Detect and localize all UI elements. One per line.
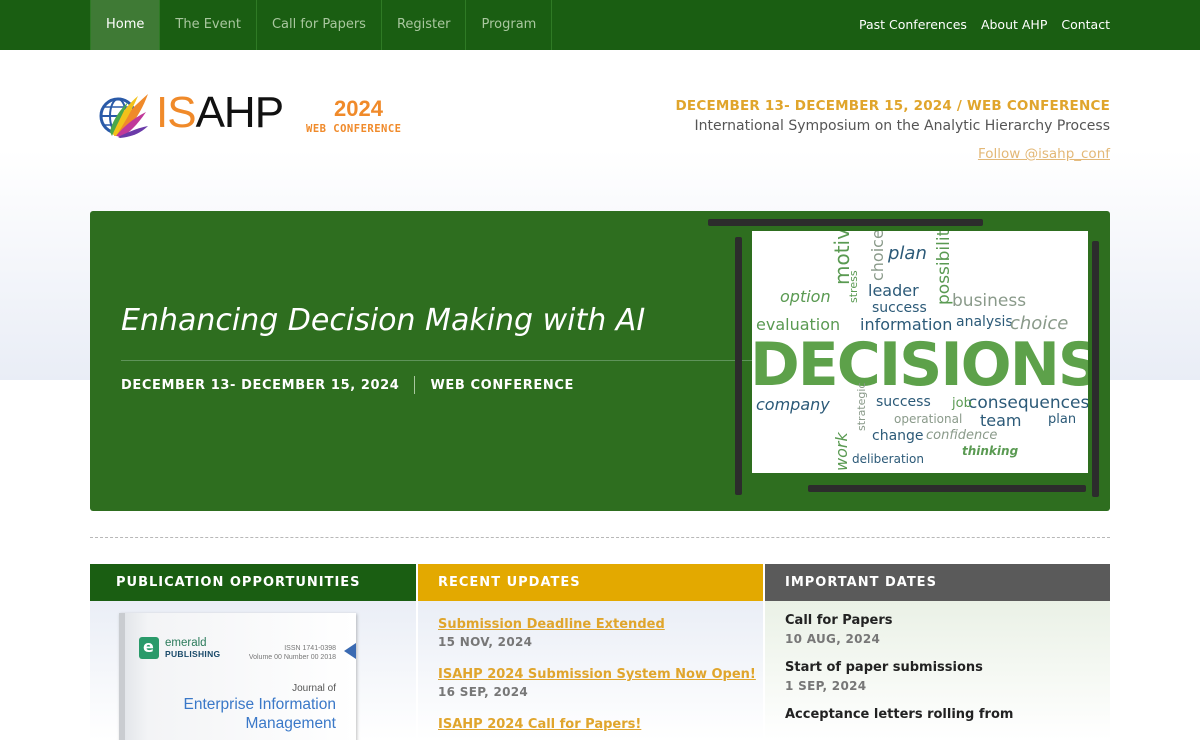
- header-info: DECEMBER 13- DECEMBER 15, 2024 / WEB CON…: [676, 98, 1110, 162]
- important-dates-panel: IMPORTANT DATES Call for Papers 10 AUG, …: [765, 564, 1110, 740]
- word-consequences: consequences: [968, 393, 1088, 413]
- publication-opportunities-panel: PUBLICATION OPPORTUNITIES emerald PUBLIS…: [90, 564, 416, 740]
- word-choice-vertical: choice: [868, 231, 887, 281]
- word-leader: leader: [868, 281, 919, 300]
- word-thinking: thinking: [962, 444, 1019, 458]
- nav-home[interactable]: Home: [90, 0, 161, 50]
- hero-title: Enhancing Decision Making with AI: [121, 303, 646, 338]
- pencil-right: [1092, 241, 1099, 497]
- cover-publisher-sub: PUBLISHING: [165, 649, 221, 659]
- cover-volume: Volume 00 Number 00 2018: [248, 654, 336, 661]
- update-link[interactable]: Submission Deadline Extended: [438, 617, 665, 632]
- word-change: change: [872, 428, 924, 444]
- word-possibility: possibility: [934, 231, 954, 305]
- word-success: success: [872, 300, 927, 316]
- date-value: 1 SEP, 2024: [785, 679, 867, 693]
- updates-list: Submission Deadline Extended 15 NOV, 202…: [418, 601, 763, 740]
- word-plan-2: plan: [1048, 412, 1077, 427]
- list-item: Acceptance letters rolling from: [785, 707, 1090, 722]
- updates-heading: RECENT UPDATES: [418, 564, 763, 601]
- journal-cover-image[interactable]: emerald PUBLISHING ISSN 1741-0398 Volume…: [119, 613, 356, 740]
- publication-heading: PUBLICATION OPPORTUNITIES: [90, 564, 416, 601]
- nav-call-for-papers[interactable]: Call for Papers: [257, 0, 382, 50]
- globe-icon: [99, 94, 148, 138]
- pencil-bottom: [808, 485, 1086, 492]
- list-item: Call for Papers 10 AUG, 2024: [785, 613, 1090, 646]
- cover-publisher: emerald: [165, 637, 207, 649]
- list-item: Start of paper submissions 1 SEP, 2024: [785, 660, 1090, 693]
- date-title: Start of paper submissions: [785, 660, 983, 675]
- list-item: Submission Deadline Extended 15 NOV, 202…: [438, 613, 743, 649]
- nav-the-event[interactable]: The Event: [160, 0, 257, 50]
- cover-title: Enterprise Information Management: [183, 696, 337, 732]
- word-decisions: DECISIONS: [752, 330, 1088, 400]
- cover-triangle-icon: [344, 643, 356, 659]
- pencil-top: [708, 219, 983, 226]
- list-item: ISAHP 2024 Submission System Now Open! 1…: [438, 663, 756, 699]
- main-nav: Home The Event Call for Papers Register …: [90, 0, 553, 50]
- logo-subtitle: WEB CONFERENCE: [306, 123, 402, 135]
- dates-list: Call for Papers 10 AUG, 2024 Start of pa…: [765, 601, 1110, 740]
- cover-journal-of: Journal of: [292, 683, 336, 694]
- date-title: Acceptance letters rolling from: [785, 707, 1014, 722]
- word-work: work: [832, 432, 851, 471]
- word-company: company: [756, 395, 830, 414]
- date-value: 10 AUG, 2024: [785, 632, 881, 646]
- header-event-name: International Symposium on the Analytic …: [694, 118, 1110, 134]
- nav-register[interactable]: Register: [382, 0, 467, 50]
- decisions-word-cloud-image: motivat plan possibility choice leader b…: [700, 219, 1105, 509]
- section-divider: [90, 537, 1110, 538]
- cover-issn-number: ISSN 1741-0398: [284, 645, 336, 652]
- top-navbar: Home The Event Call for Papers Register …: [0, 0, 1200, 50]
- publication-body: emerald PUBLISHING ISSN 1741-0398 Volume…: [90, 601, 416, 740]
- logo-year: 2024: [334, 96, 383, 121]
- follow-twitter-link[interactable]: Follow @isahp_conf: [978, 146, 1110, 162]
- word-option: option: [780, 287, 831, 306]
- pencil-left: [735, 237, 742, 495]
- logo-wordmark: ISAHP: [156, 88, 284, 137]
- hero-meta: DECEMBER 13- DECEMBER 15, 2024 WEB CONFE…: [121, 376, 574, 394]
- hero-meta-separator: [414, 376, 416, 394]
- word-operational: operational: [894, 412, 963, 426]
- word-cloud: motivat plan possibility choice leader b…: [752, 231, 1088, 473]
- nav-about-ahp[interactable]: About AHP: [981, 0, 1047, 50]
- word-strategic: strategic: [855, 382, 868, 431]
- nav-past-conferences[interactable]: Past Conferences: [859, 0, 967, 50]
- date-title: Call for Papers: [785, 613, 893, 628]
- word-confidence: confidence: [926, 428, 998, 443]
- nav-contact[interactable]: Contact: [1061, 0, 1110, 50]
- word-stress: stress: [847, 270, 860, 303]
- nav-program[interactable]: Program: [466, 0, 553, 50]
- update-date: 15 NOV, 2024: [438, 635, 533, 649]
- recent-updates-panel: RECENT UPDATES Submission Deadline Exten…: [418, 564, 763, 740]
- hero-divider: [121, 360, 761, 361]
- update-link[interactable]: ISAHP 2024 Call for Papers!: [438, 717, 641, 732]
- header-dates: DECEMBER 13- DECEMBER 15, 2024 / WEB CON…: [675, 98, 1110, 114]
- word-deliberation: deliberation: [852, 452, 924, 466]
- word-business: business: [952, 291, 1027, 311]
- hero-format: WEB CONFERENCE: [430, 377, 574, 393]
- dates-heading: IMPORTANT DATES: [765, 564, 1110, 601]
- word-plan: plan: [888, 243, 927, 264]
- update-date: 16 SEP, 2024: [438, 685, 529, 699]
- word-success-2: success: [876, 394, 931, 410]
- hero-banner: Enhancing Decision Making with AI DECEMB…: [90, 211, 1110, 511]
- update-link[interactable]: ISAHP 2024 Submission System Now Open!: [438, 667, 756, 682]
- word-job: job: [952, 396, 972, 411]
- hero-dates: DECEMBER 13- DECEMBER 15, 2024: [121, 377, 400, 393]
- word-analysis: analysis: [956, 314, 1013, 330]
- site-logo[interactable]: ISAHP 2024 WEB CONFERENCE: [98, 88, 418, 140]
- cover-issn: ISSN 1741-0398 Volume 00 Number 00 2018: [249, 644, 336, 662]
- word-team: team: [980, 411, 1022, 430]
- list-item: ISAHP 2024 Call for Papers!: [438, 713, 743, 732]
- emerald-logo-icon: [139, 637, 159, 659]
- secondary-nav: Past Conferences About AHP Contact: [859, 0, 1110, 50]
